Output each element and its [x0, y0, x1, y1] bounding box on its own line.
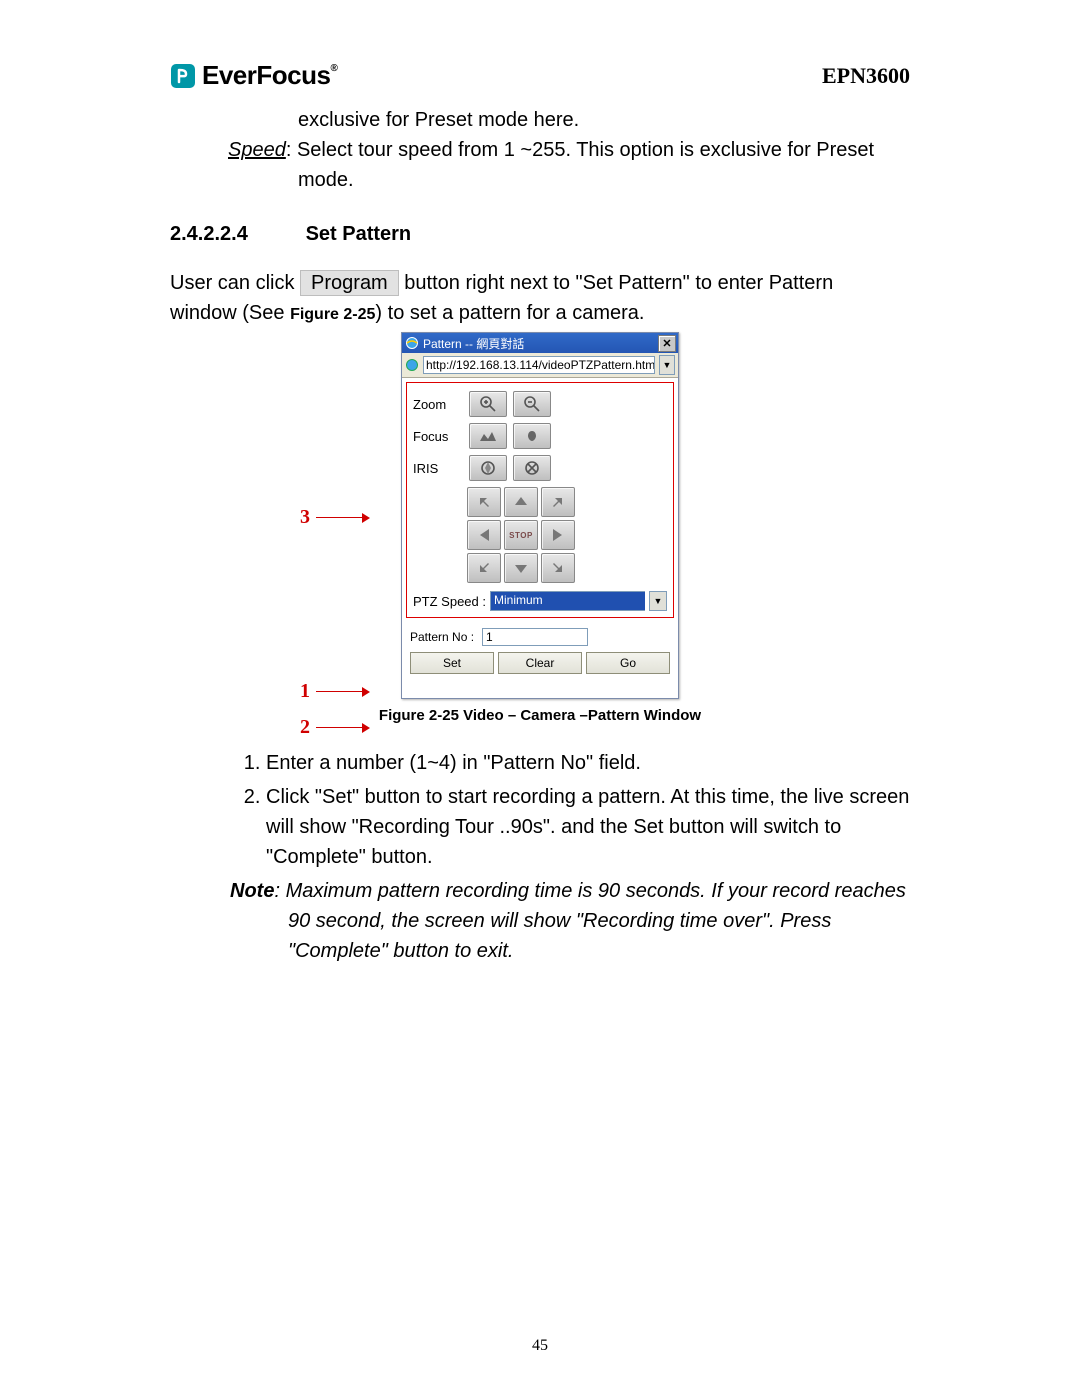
ptz-speed-dropdown-button[interactable]: ▼ — [649, 591, 667, 611]
zoom-row: Zoom — [413, 391, 667, 417]
program-button[interactable]: Program — [300, 270, 399, 296]
close-button[interactable]: ✕ — [658, 335, 676, 352]
focus-row: Focus — [413, 423, 667, 449]
zoom-in-button[interactable] — [469, 391, 507, 417]
brand-logo: EverFocus® — [170, 60, 337, 91]
speed-line: Speed: Select tour speed from 1 ~255. Th… — [228, 135, 910, 165]
figure-ref: Figure 2-25 — [290, 306, 375, 323]
pattern-window: Pattern -- 網頁對話 ✕ http://192.168.13.114/… — [401, 332, 679, 699]
page-number: 45 — [0, 1337, 1080, 1355]
callout-3: 3 — [300, 506, 370, 529]
page: EverFocus® EPN3600 exclusive for Preset … — [0, 0, 1080, 1397]
arrow-icon — [316, 691, 370, 693]
callout-1: 1 — [300, 680, 370, 703]
step-2: Click "Set" button to start recording a … — [266, 782, 910, 872]
ptz-speed-select[interactable]: Minimum — [490, 591, 645, 611]
figure-caption: Figure 2-25 Video – Camera –Pattern Wind… — [170, 707, 910, 724]
stop-button[interactable]: STOP — [504, 520, 538, 550]
model-code: EPN3600 — [822, 63, 910, 89]
ptz-speed-label: PTZ Speed : — [413, 594, 486, 609]
note-block: Note: Maximum pattern recording time is … — [230, 876, 910, 966]
focus-label: Focus — [413, 429, 463, 444]
logo-icon — [170, 63, 196, 89]
zoom-out-button[interactable] — [513, 391, 551, 417]
note-text: : Maximum pattern recording time is 90 s… — [274, 880, 905, 962]
speed-line2: mode. — [298, 165, 910, 195]
section-paragraph: User can click Program button right next… — [170, 268, 910, 328]
intro-block: exclusive for Preset mode here. Speed: S… — [220, 105, 910, 195]
page-header: EverFocus® EPN3600 — [170, 60, 910, 91]
pattern-buttons: Set Clear Go — [410, 652, 670, 674]
note-label: Note — [230, 880, 274, 902]
intro-line1: exclusive for Preset mode here. — [298, 105, 910, 135]
section-title: Set Pattern — [306, 223, 412, 245]
iris-open-button[interactable] — [469, 455, 507, 481]
move-right-button[interactable] — [541, 520, 575, 550]
section-heading: 2.4.2.2.4 Set Pattern — [170, 223, 910, 246]
focus-near-button[interactable] — [513, 423, 551, 449]
set-button[interactable]: Set — [410, 652, 494, 674]
url-bar: http://192.168.13.114/videoPTZPattern.ht… — [402, 353, 678, 378]
callout-2: 2 — [300, 716, 370, 739]
figure: 3 1 2 Pattern -- 網頁對話 ✕ — [170, 332, 910, 699]
url-input[interactable]: http://192.168.13.114/videoPTZPattern.ht… — [423, 356, 655, 374]
iris-row: IRIS — [413, 455, 667, 481]
pattern-no-input[interactable]: 1 — [482, 628, 588, 646]
ptz-speed-row: PTZ Speed : Minimum ▼ — [413, 591, 667, 611]
ie-icon — [405, 336, 419, 350]
move-upleft-button[interactable] — [467, 487, 501, 517]
titlebar: Pattern -- 網頁對話 ✕ — [402, 333, 678, 353]
zoom-label: Zoom — [413, 397, 463, 412]
speed-label: Speed — [228, 139, 286, 161]
url-dropdown-button[interactable]: ▼ — [659, 355, 675, 375]
move-downleft-button[interactable] — [467, 553, 501, 583]
pattern-no-row: Pattern No : 1 — [410, 628, 670, 646]
section-number: 2.4.2.2.4 — [170, 223, 300, 246]
iris-close-button[interactable] — [513, 455, 551, 481]
move-up-button[interactable] — [504, 487, 538, 517]
focus-far-button[interactable] — [469, 423, 507, 449]
ptz-panel: Zoom Focus — [406, 382, 674, 618]
window-title: Pattern -- 網頁對話 — [423, 335, 654, 352]
move-downright-button[interactable] — [541, 553, 575, 583]
steps-list: Enter a number (1~4) in "Pattern No" fie… — [170, 748, 910, 872]
window-body: Zoom Focus — [402, 378, 678, 698]
move-down-button[interactable] — [504, 553, 538, 583]
go-button[interactable]: Go — [586, 652, 670, 674]
step-1: Enter a number (1~4) in "Pattern No" fie… — [266, 748, 910, 778]
brand-name: EverFocus® — [202, 60, 337, 91]
move-left-button[interactable] — [467, 520, 501, 550]
arrow-icon — [316, 727, 370, 729]
direction-pad: STOP — [467, 487, 667, 583]
callouts: 3 1 2 — [300, 332, 390, 699]
pattern-block: Pattern No : 1 Set Clear Go — [406, 626, 674, 694]
iris-label: IRIS — [413, 461, 463, 476]
move-upright-button[interactable] — [541, 487, 575, 517]
pattern-no-label: Pattern No : — [410, 630, 474, 644]
arrow-icon — [316, 517, 370, 519]
ie-icon — [405, 358, 419, 372]
clear-button[interactable]: Clear — [498, 652, 582, 674]
